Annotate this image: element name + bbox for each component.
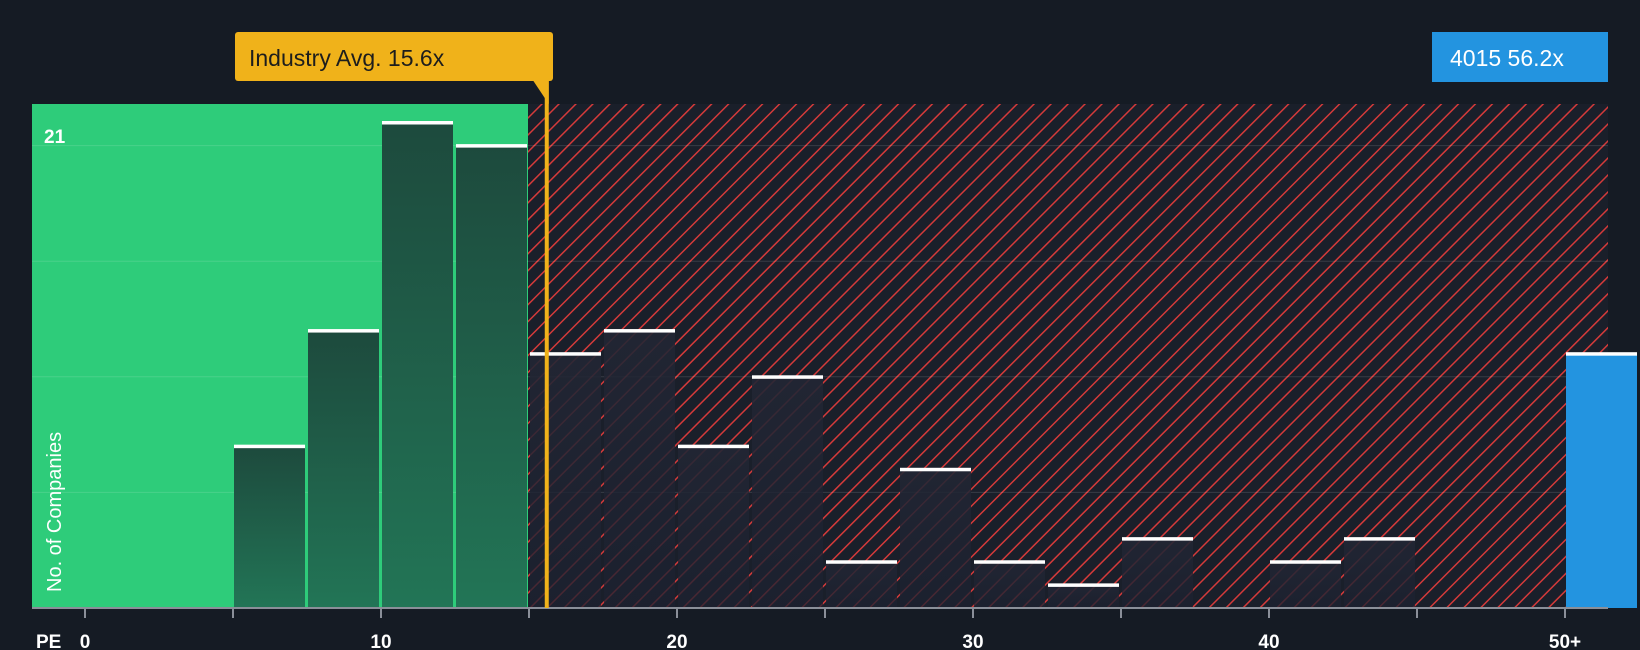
histogram-bar xyxy=(1270,561,1341,608)
histogram-bar xyxy=(826,561,897,608)
histogram-bar-cap xyxy=(900,467,971,472)
histogram-bar-cap xyxy=(1344,537,1415,541)
histogram-bar xyxy=(1122,538,1193,608)
x-axis-tick-label: 30 xyxy=(962,632,983,650)
histogram-bar xyxy=(530,353,601,608)
histogram-bar-cap xyxy=(456,144,527,148)
histogram-bar xyxy=(1566,353,1637,608)
industry-average-label: Industry Avg. 15.6x xyxy=(249,45,445,71)
histogram-bar-cap xyxy=(530,352,601,356)
histogram-bar xyxy=(974,561,1045,608)
histogram-bar xyxy=(308,330,379,608)
histogram-bar xyxy=(382,122,453,608)
company-pe-label: 4015 56.2x xyxy=(1450,45,1564,71)
histogram-bar-cap xyxy=(382,120,453,125)
x-axis-tick-label: 0 xyxy=(80,632,91,650)
y-axis-title: No. of Companies xyxy=(44,432,66,592)
histogram-bar-cap xyxy=(1566,352,1637,356)
x-axis-tick-label: 40 xyxy=(1258,632,1279,650)
y-axis-max-label: 21 xyxy=(44,127,66,148)
histogram-bar xyxy=(678,446,749,608)
histogram-bar xyxy=(900,469,971,608)
x-axis-tick-label: 20 xyxy=(666,632,687,650)
histogram-bar-cap xyxy=(678,444,749,449)
pe-distribution-chart: PE 0 10 20 30 40 50+ 21 No. of Companies Indu… xyxy=(0,0,1640,650)
histogram-bar-cap xyxy=(974,560,1045,564)
histogram-bar xyxy=(1048,584,1119,608)
histogram-bar xyxy=(234,446,305,608)
histogram-bar xyxy=(1344,538,1415,608)
histogram-bar-cap xyxy=(1270,560,1341,564)
histogram-bar xyxy=(604,330,675,608)
x-axis-tick-label: 10 xyxy=(370,632,391,650)
histogram-bar-cap xyxy=(234,444,305,449)
histogram-bar-cap xyxy=(752,375,823,379)
histogram-bar-cap xyxy=(308,329,379,333)
x-axis-title: PE xyxy=(36,632,61,650)
histogram-bar-cap xyxy=(1048,583,1119,587)
histogram-bar-cap xyxy=(604,329,675,333)
histogram-bar xyxy=(456,145,527,608)
histogram-bar xyxy=(752,376,823,608)
histogram-bar-cap xyxy=(826,560,897,564)
company-callout: 4015 56.2x xyxy=(1432,32,1608,82)
histogram-bar-cap xyxy=(1122,537,1193,541)
x-axis-tick-label: 50+ xyxy=(1549,632,1581,650)
